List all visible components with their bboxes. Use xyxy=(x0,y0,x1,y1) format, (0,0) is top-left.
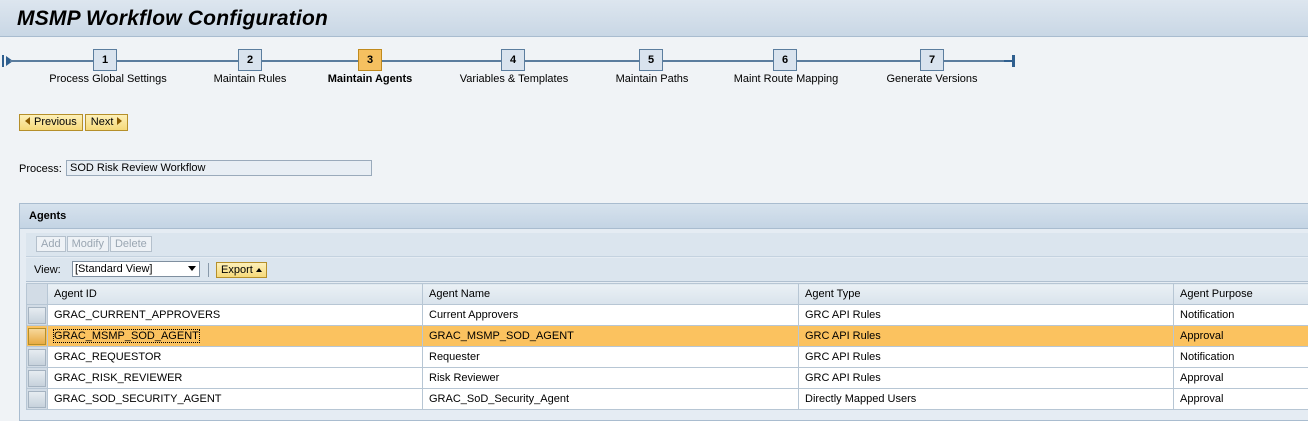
roadmap-step-3[interactable]: 3 xyxy=(358,49,382,71)
next-button-label: Next xyxy=(90,116,114,128)
arrow-right-icon xyxy=(117,117,123,125)
modify-button[interactable]: Modify xyxy=(66,236,109,252)
nav-button-row: Previous Next xyxy=(19,114,130,131)
agent-name-cell: GRAC_SoD_Security_Agent xyxy=(422,388,799,410)
chevron-down-icon xyxy=(188,266,196,271)
toolbar-divider xyxy=(208,263,209,277)
agent-type-cell: GRC API Rules xyxy=(798,346,1174,368)
title-bar: MSMP Workflow Configuration xyxy=(0,0,1308,37)
agent-type-cell: GRC API Rules xyxy=(798,367,1174,389)
agents-table: Agent ID Agent Name Agent Type Agent Pur… xyxy=(26,283,1308,410)
agent-id-cell: GRAC_CURRENT_APPROVERS xyxy=(47,304,423,326)
roadmap-step-6-label[interactable]: Maint Route Mapping xyxy=(734,73,839,85)
agents-toolbar: Add Modify Delete xyxy=(26,233,1308,257)
table-header-row: Agent ID Agent Name Agent Type Agent Pur… xyxy=(26,283,1308,305)
table-row-selected[interactable]: GRAC_MSMP_SOD_AGENT GRAC_MSMP_SOD_AGENT … xyxy=(26,325,1308,347)
roadmap-step-3-label[interactable]: Maintain Agents xyxy=(328,73,413,85)
agent-id-cell: GRAC_MSMP_SOD_AGENT xyxy=(47,325,423,347)
agent-id-cell: GRAC_REQUESTOR xyxy=(47,346,423,368)
agent-id-value: GRAC_MSMP_SOD_AGENT xyxy=(53,329,200,343)
process-label: Process: xyxy=(19,163,62,175)
agent-purpose-cell: Approval xyxy=(1173,388,1308,410)
agent-id-cell: GRAC_RISK_REVIEWER xyxy=(47,367,423,389)
add-button[interactable]: Add xyxy=(36,236,66,252)
table-row[interactable]: GRAC_CURRENT_APPROVERS Current Approvers… xyxy=(26,304,1308,326)
view-toolbar: View: [Standard View] Export xyxy=(26,258,1308,282)
row-selector[interactable] xyxy=(26,346,48,368)
column-header-agent-type[interactable]: Agent Type xyxy=(798,283,1174,305)
roadmap-step-1[interactable]: 1 xyxy=(93,49,117,71)
agent-type-cell: Directly Mapped Users xyxy=(798,388,1174,410)
agent-id-cell: GRAC_SOD_SECURITY_AGENT xyxy=(47,388,423,410)
page-title: MSMP Workflow Configuration xyxy=(17,7,329,30)
agents-panel-title: Agents xyxy=(20,204,1308,229)
view-select-value: [Standard View] xyxy=(75,263,153,275)
previous-button-label: Previous xyxy=(34,116,77,128)
column-header-agent-id[interactable]: Agent ID xyxy=(47,283,423,305)
column-header-agent-name[interactable]: Agent Name xyxy=(422,283,799,305)
roadmap-step-6[interactable]: 6 xyxy=(773,49,797,71)
agent-purpose-cell: Notification xyxy=(1173,304,1308,326)
agents-panel: Agents Add Modify Delete View: [Standard V… xyxy=(19,203,1308,421)
view-select[interactable]: [Standard View] xyxy=(72,261,200,277)
previous-button[interactable]: Previous xyxy=(19,114,83,131)
delete-button[interactable]: Delete xyxy=(109,236,152,252)
agent-type-cell: GRC API Rules xyxy=(798,325,1174,347)
view-label: View: xyxy=(34,264,61,276)
agent-name-cell: Current Approvers xyxy=(422,304,799,326)
agent-purpose-cell: Approval xyxy=(1173,325,1308,347)
roadmap-step-5[interactable]: 5 xyxy=(639,49,663,71)
row-selector[interactable] xyxy=(26,367,48,389)
export-button[interactable]: Export xyxy=(216,262,267,278)
roadmap-step-2-label[interactable]: Maintain Rules xyxy=(214,73,287,85)
row-selector[interactable] xyxy=(26,388,48,410)
table-row[interactable]: GRAC_REQUESTOR Requester GRC API Rules N… xyxy=(26,346,1308,368)
agent-name-cell: GRAC_MSMP_SOD_AGENT xyxy=(422,325,799,347)
export-button-label: Export xyxy=(221,264,253,276)
roadmap-end-icon xyxy=(1004,55,1015,67)
menu-arrow-icon xyxy=(255,268,262,272)
agent-purpose-cell: Approval xyxy=(1173,367,1308,389)
row-selector[interactable] xyxy=(26,325,48,347)
roadmap-step-4-label[interactable]: Variables & Templates xyxy=(460,73,568,85)
next-button[interactable]: Next xyxy=(84,114,129,131)
row-selector[interactable] xyxy=(26,304,48,326)
roadmap: 1 Process Global Settings 2 Maintain Rul… xyxy=(0,38,1308,100)
table-row[interactable]: GRAC_SOD_SECURITY_AGENT GRAC_SoD_Securit… xyxy=(26,388,1308,410)
roadmap-step-7-label[interactable]: Generate Versions xyxy=(886,73,977,85)
arrow-left-icon xyxy=(25,117,30,125)
agent-type-cell: GRC API Rules xyxy=(798,304,1174,326)
select-all-cell[interactable] xyxy=(26,283,48,305)
agent-name-cell: Requester xyxy=(422,346,799,368)
agent-purpose-cell: Notification xyxy=(1173,346,1308,368)
agent-name-cell: Risk Reviewer xyxy=(422,367,799,389)
column-header-agent-purpose[interactable]: Agent Purpose xyxy=(1173,283,1308,305)
roadmap-step-2[interactable]: 2 xyxy=(238,49,262,71)
roadmap-step-1-label[interactable]: Process Global Settings xyxy=(49,73,166,85)
roadmap-step-7[interactable]: 7 xyxy=(920,49,944,71)
roadmap-step-5-label[interactable]: Maintain Paths xyxy=(616,73,689,85)
process-field: SOD Risk Review Workflow xyxy=(66,160,372,176)
roadmap-step-4[interactable]: 4 xyxy=(501,49,525,71)
table-row[interactable]: GRAC_RISK_REVIEWER Risk Reviewer GRC API… xyxy=(26,367,1308,389)
